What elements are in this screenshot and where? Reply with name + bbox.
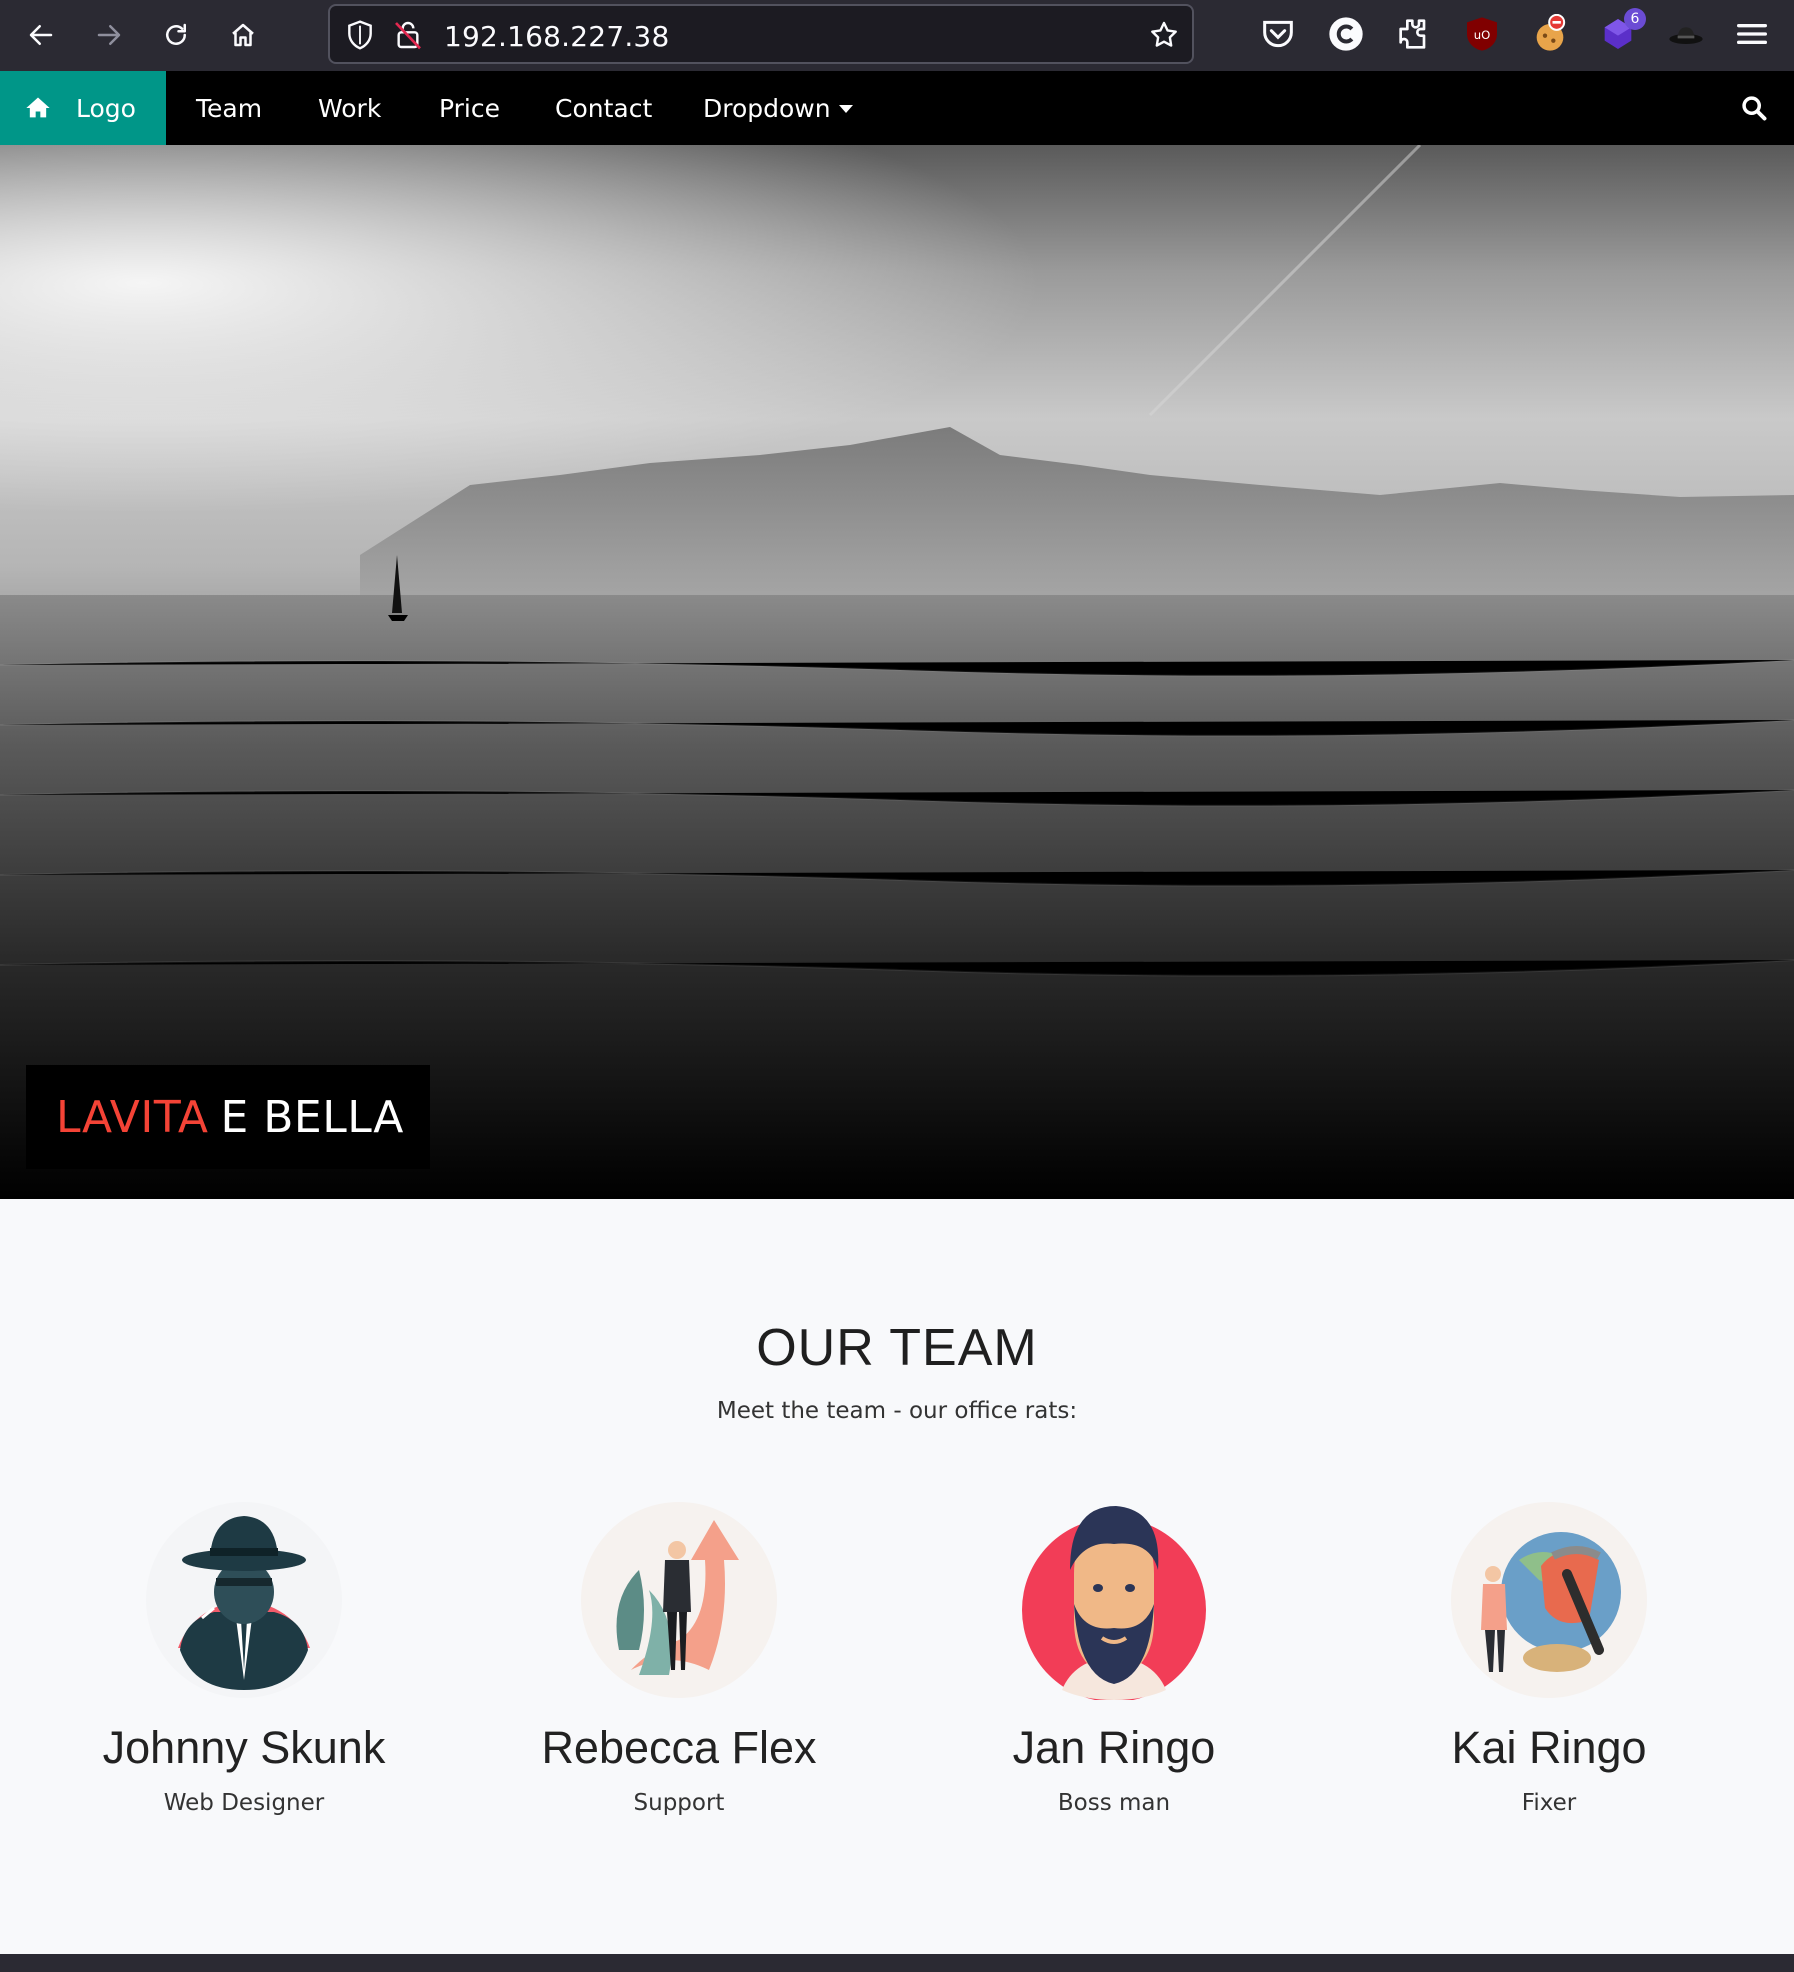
home-icon xyxy=(26,97,50,118)
member-name: Rebecca Flex xyxy=(541,1722,817,1773)
cookie-extension-button[interactable] xyxy=(1530,13,1570,54)
hat-extension-icon[interactable] xyxy=(1666,14,1706,54)
sea-landscape-image xyxy=(0,145,1794,1199)
member-role: Fixer xyxy=(1521,1790,1577,1816)
hero-caption-red: LAVITA xyxy=(56,1091,209,1143)
member-name: Jan Ringo xyxy=(1012,1722,1216,1773)
bookmark-star-icon[interactable] xyxy=(1148,19,1180,51)
member-name: Kai Ringo xyxy=(1451,1722,1647,1773)
member-role: Boss man xyxy=(1057,1790,1171,1816)
ublock-origin-icon[interactable]: uO xyxy=(1462,14,1502,54)
search-icon xyxy=(1742,96,1767,121)
reload-button[interactable] xyxy=(153,12,199,58)
url-text: 192.168.227.38 xyxy=(444,20,670,53)
spy-avatar-icon xyxy=(146,1502,342,1698)
nav-item-dropdown[interactable]: Dropdown xyxy=(703,71,853,145)
miner-globe-avatar-icon xyxy=(1451,1502,1647,1698)
nav-item-contact[interactable]: Contact xyxy=(555,71,652,145)
hamburger-menu-icon[interactable] xyxy=(1732,14,1772,54)
team-title: OUR TEAM xyxy=(756,1319,1038,1377)
member-role: Web Designer xyxy=(163,1790,325,1816)
browser-toolbar: 192.168.227.38 uO 6 xyxy=(0,0,1794,71)
member-name: Johnny Skunk xyxy=(102,1722,386,1773)
site-navbar: Logo Team Work Price Contact Dropdown xyxy=(0,71,1794,145)
home-button[interactable] xyxy=(220,12,266,58)
hero-caption: LAVITA E BELLA xyxy=(26,1065,430,1169)
team-subtitle: Meet the team - our office rats: xyxy=(716,1398,1078,1424)
nav-logo[interactable]: Logo xyxy=(0,71,166,145)
nav-search-button[interactable] xyxy=(1734,71,1774,145)
member-role: Support xyxy=(633,1790,725,1816)
extensions-puzzle-icon[interactable] xyxy=(1394,14,1434,54)
home-icon xyxy=(232,23,254,47)
pocket-icon[interactable] xyxy=(1258,14,1298,54)
cookie-icon xyxy=(1536,13,1566,51)
hero-banner: LAVITA E BELLA xyxy=(0,145,1794,1199)
team-member-card: Johnny Skunk Web Designer xyxy=(54,1500,434,1816)
back-button[interactable] xyxy=(18,12,64,58)
caret-down-icon xyxy=(838,105,853,113)
cube-extension-button[interactable]: 6 xyxy=(1598,8,1646,54)
businessman-growth-avatar-icon xyxy=(581,1502,777,1698)
hero-caption-white: E BELLA xyxy=(220,1091,404,1143)
team-member-card: Jan Ringo Boss man xyxy=(924,1500,1304,1816)
insecure-lock-icon[interactable] xyxy=(392,19,424,51)
team-member-card: Rebecca Flex Support xyxy=(489,1500,869,1816)
team-member-card: Kai Ringo Fixer xyxy=(1359,1500,1739,1816)
nav-logo-label: Logo xyxy=(76,93,136,123)
svg-text:uO: uO xyxy=(1474,28,1491,42)
nav-dropdown-label: Dropdown xyxy=(703,93,831,123)
arrow-right-icon xyxy=(97,25,121,45)
address-bar[interactable]: 192.168.227.38 xyxy=(328,4,1194,64)
bearded-man-avatar-icon xyxy=(1022,1506,1206,1702)
nav-item-team[interactable]: Team xyxy=(196,71,262,145)
extension-badge: 6 xyxy=(1624,8,1646,30)
nav-item-work[interactable]: Work xyxy=(318,71,381,145)
shield-icon[interactable] xyxy=(344,19,376,51)
c-extension-icon[interactable] xyxy=(1326,14,1366,54)
nav-item-price[interactable]: Price xyxy=(439,71,500,145)
forward-button[interactable] xyxy=(86,12,132,58)
reload-icon xyxy=(166,23,186,45)
arrow-left-icon xyxy=(29,25,53,45)
footer-strip xyxy=(0,1954,1794,1972)
